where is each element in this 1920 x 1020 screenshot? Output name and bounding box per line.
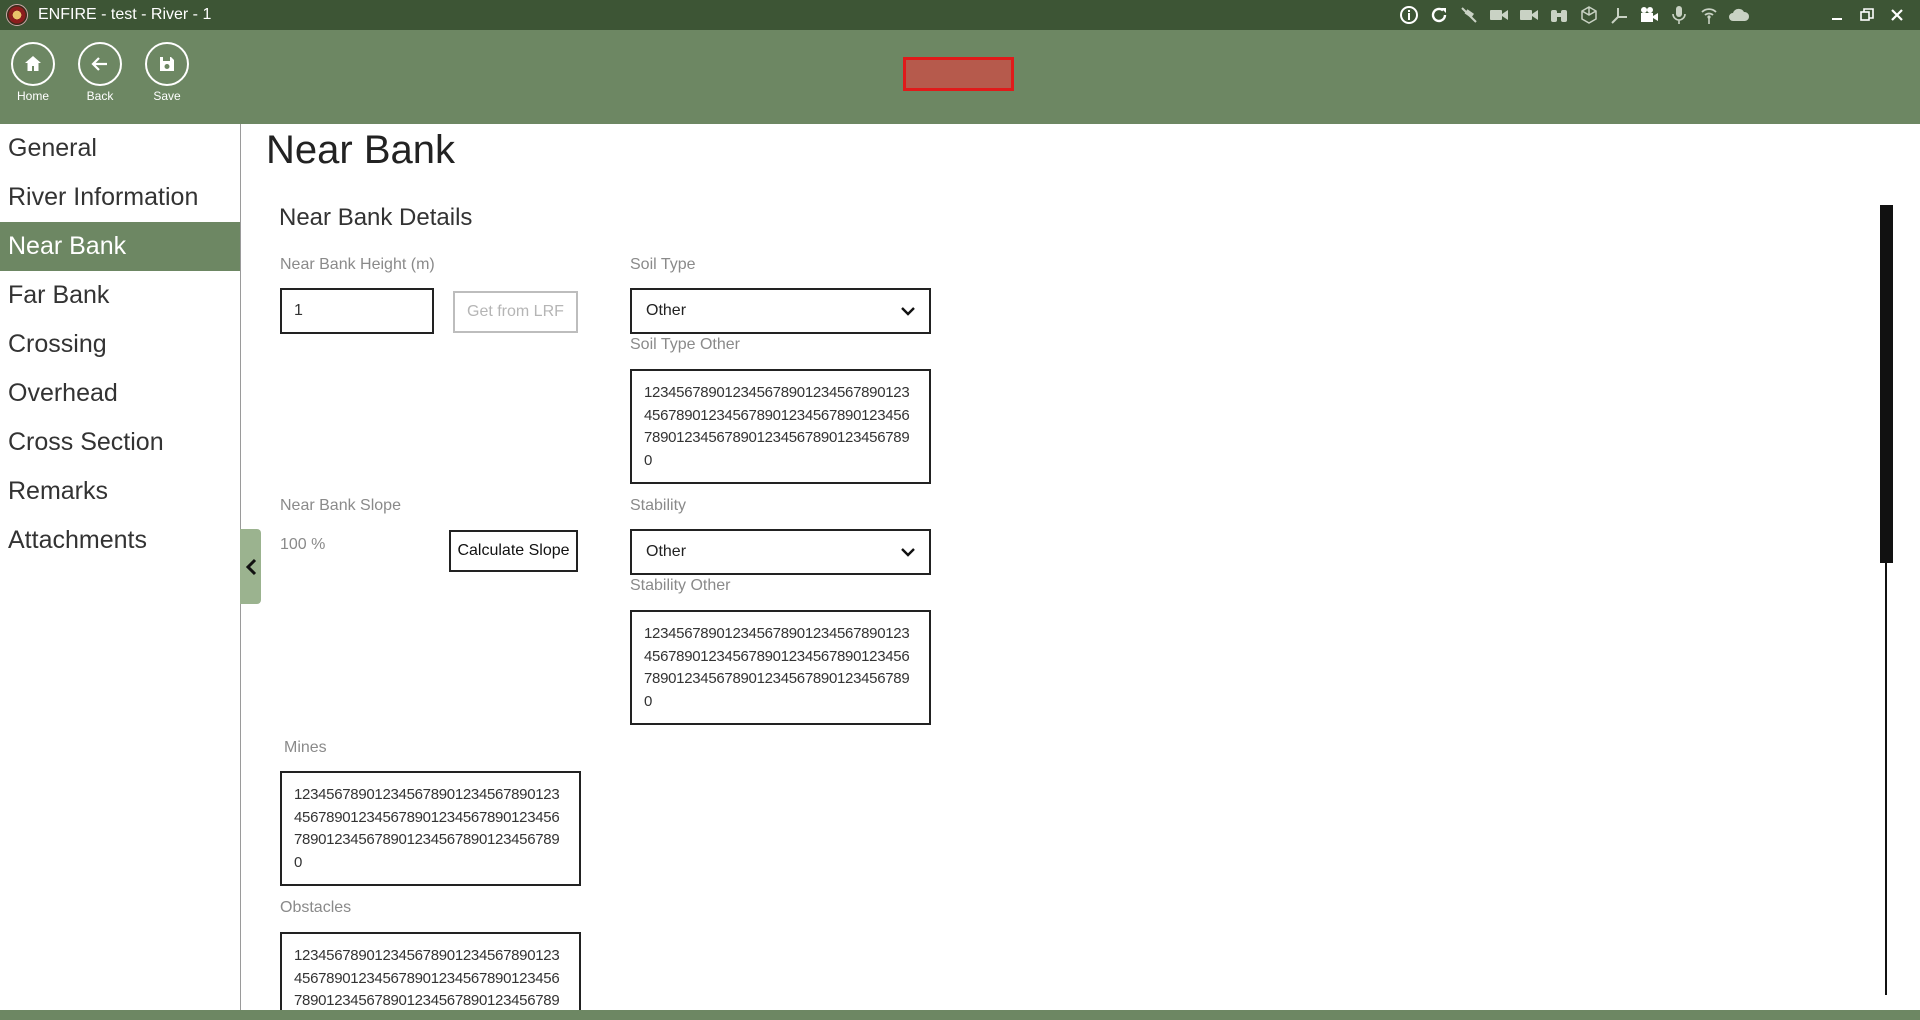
save-icon bbox=[145, 42, 189, 86]
minimize-icon[interactable] bbox=[1822, 0, 1852, 30]
soil-type-other-label: Soil Type Other bbox=[630, 336, 740, 353]
binoculars-icon[interactable] bbox=[1548, 4, 1570, 26]
calculate-slope-button[interactable]: Calculate Slope bbox=[449, 530, 578, 572]
near-bank-slope-value: 100 % bbox=[280, 536, 326, 553]
soil-type-value: Other bbox=[646, 302, 687, 319]
close-icon[interactable] bbox=[1882, 0, 1912, 30]
near-bank-height-label: Near Bank Height (m) bbox=[280, 256, 435, 273]
soil-type-select[interactable]: Other bbox=[630, 288, 931, 334]
sidebar-item-general[interactable]: General bbox=[0, 124, 240, 173]
soil-type-other-textarea[interactable]: 1234567890123456789012345678901234567890… bbox=[630, 369, 931, 484]
info-icon[interactable] bbox=[1398, 4, 1420, 26]
get-from-lrf-button[interactable]: Get from LRF bbox=[453, 291, 578, 333]
back-label: Back bbox=[86, 89, 114, 103]
scrollbar-thumb[interactable] bbox=[1880, 205, 1893, 563]
near-bank-slope-label: Near Bank Slope bbox=[280, 497, 401, 514]
main-content: Near Bank Near Bank Details Near Bank He… bbox=[241, 124, 1920, 1010]
microphone-icon[interactable] bbox=[1668, 4, 1690, 26]
sidebar-item-crossing[interactable]: Crossing bbox=[0, 320, 240, 369]
sidebar-item-far-bank[interactable]: Far Bank bbox=[0, 271, 240, 320]
status-tray bbox=[1398, 4, 1750, 26]
obstacles-textarea[interactable]: 1234567890123456789012345678901234567890… bbox=[280, 932, 581, 1010]
near-bank-height-input[interactable]: 1 bbox=[280, 288, 434, 334]
save-button[interactable]: Save bbox=[137, 42, 197, 103]
stability-other-label: Stability Other bbox=[630, 577, 731, 594]
sidebar-item-remarks[interactable]: Remarks bbox=[0, 467, 240, 516]
window-title: ENFIRE - test - River - 1 bbox=[38, 6, 212, 23]
sidebar-item-overhead[interactable]: Overhead bbox=[0, 369, 240, 418]
stability-label: Stability bbox=[630, 497, 687, 514]
home-icon bbox=[11, 42, 55, 86]
cube-icon[interactable] bbox=[1578, 4, 1600, 26]
soil-type-label: Soil Type bbox=[630, 256, 696, 273]
bottom-bar bbox=[0, 1010, 1920, 1020]
home-label: Home bbox=[16, 89, 49, 103]
obstacles-label: Obstacles bbox=[280, 899, 352, 916]
window-controls bbox=[1822, 0, 1912, 30]
wireless-icon[interactable] bbox=[1698, 4, 1720, 26]
sidebar-item-river-information[interactable]: River Information bbox=[0, 173, 240, 222]
mines-label: Mines bbox=[284, 739, 327, 756]
restore-icon[interactable] bbox=[1852, 0, 1882, 30]
section-title: Near Bank Details bbox=[279, 204, 473, 231]
refresh-icon[interactable] bbox=[1428, 4, 1450, 26]
stability-other-textarea[interactable]: 1234567890123456789012345678901234567890… bbox=[630, 610, 931, 725]
highlight-rectangle bbox=[903, 57, 1014, 91]
axes-icon[interactable] bbox=[1608, 4, 1630, 26]
save-label: Save bbox=[153, 89, 181, 103]
arrow-left-icon bbox=[78, 42, 122, 86]
satellite-off-icon[interactable] bbox=[1458, 4, 1480, 26]
sidebar-item-attachments[interactable]: Attachments bbox=[0, 516, 240, 565]
stability-value: Other bbox=[646, 543, 687, 560]
camcorder-icon[interactable] bbox=[1638, 4, 1660, 26]
chevron-down-icon bbox=[901, 307, 915, 316]
mines-textarea[interactable]: 1234567890123456789012345678901234567890… bbox=[280, 771, 581, 886]
cloud-icon[interactable] bbox=[1728, 4, 1750, 26]
page-title: Near Bank bbox=[266, 128, 455, 172]
sidebar: General River Information Near Bank Far … bbox=[0, 124, 241, 1010]
video-camera-icon[interactable] bbox=[1518, 4, 1540, 26]
sidebar-item-near-bank[interactable]: Near Bank bbox=[0, 222, 240, 271]
sidebar-item-cross-section[interactable]: Cross Section bbox=[0, 418, 240, 467]
chevron-down-icon bbox=[901, 548, 915, 557]
stability-select[interactable]: Other bbox=[630, 529, 931, 575]
toolbar: Home Back Save bbox=[0, 30, 1920, 124]
app-logo-icon bbox=[6, 4, 28, 26]
home-button[interactable]: Home bbox=[3, 42, 63, 103]
video-camera-icon[interactable] bbox=[1488, 4, 1510, 26]
back-button[interactable]: Back bbox=[70, 42, 130, 103]
title-bar: ENFIRE - test - River - 1 bbox=[0, 0, 1920, 30]
